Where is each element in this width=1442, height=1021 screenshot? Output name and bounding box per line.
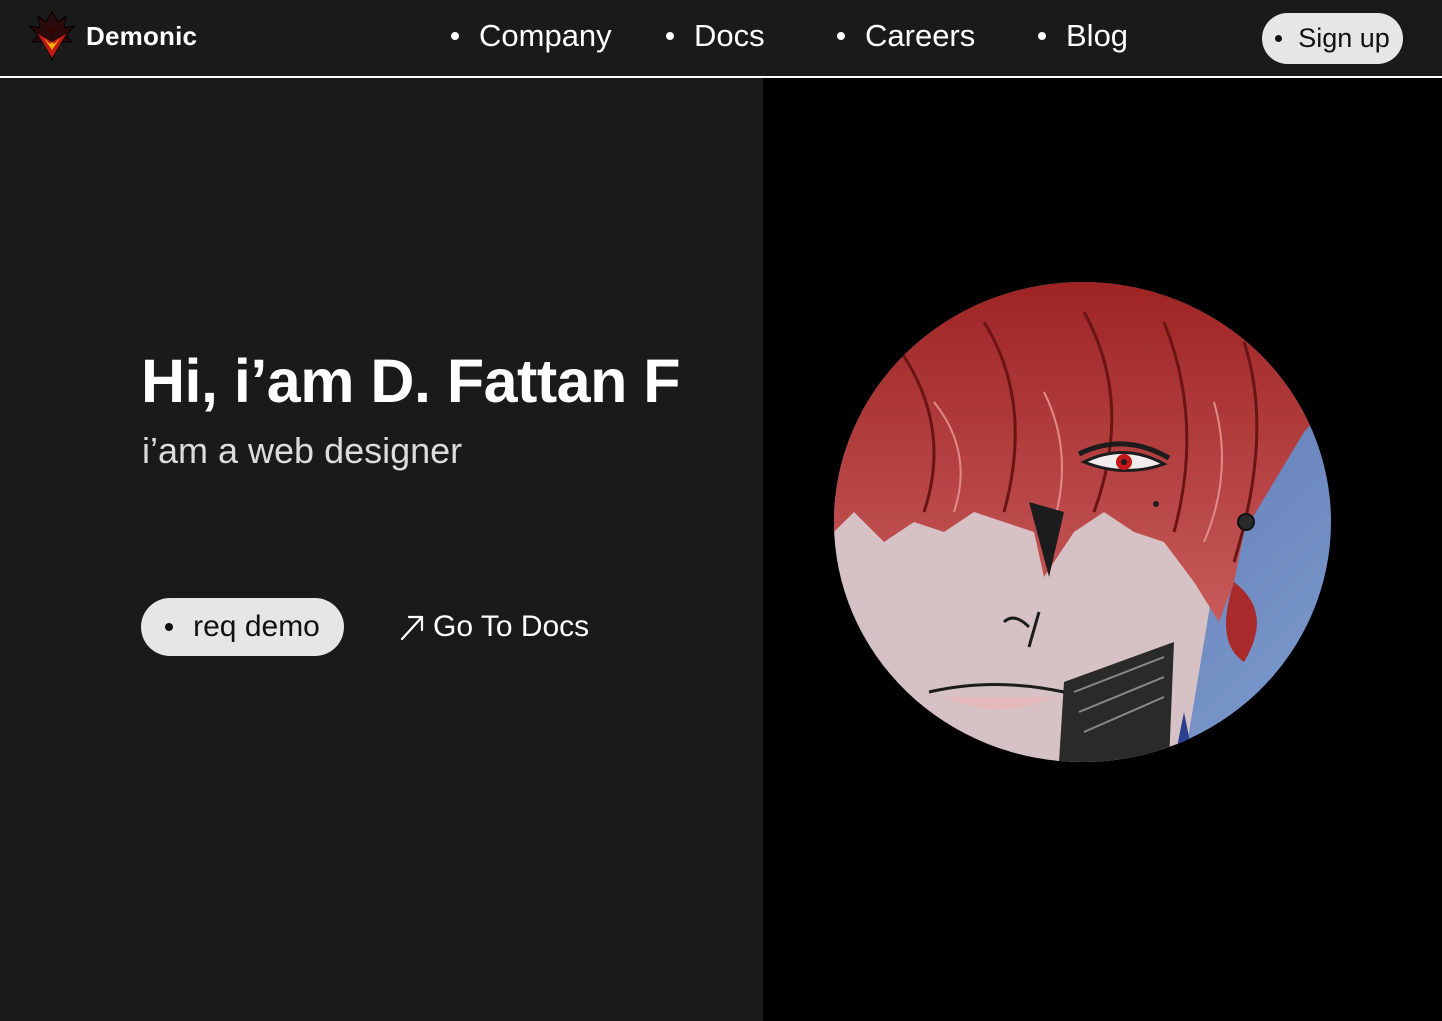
hero-title: Hi, i’am D. Fattan F xyxy=(141,347,681,415)
bullet-dot xyxy=(837,32,845,40)
arrow-up-right-icon xyxy=(400,615,424,641)
brand-name: Demonic xyxy=(86,20,198,51)
hero-image-panel xyxy=(763,78,1442,1021)
brand[interactable]: Demonic xyxy=(24,6,197,66)
request-demo-button[interactable]: req demo xyxy=(141,598,344,656)
hero-subtitle: i’am a web designer xyxy=(142,430,463,471)
top-navbar: Demonic Company Docs Careers Blog Sign u… xyxy=(0,0,1442,78)
nav-item-label: Careers xyxy=(865,18,976,53)
bullet-dot xyxy=(1038,32,1046,40)
hero-text-panel: Hi, i’am D. Fattan F i’am a web designer… xyxy=(0,78,763,1021)
nav-item-careers[interactable]: Careers xyxy=(837,14,975,58)
nav-item-company[interactable]: Company xyxy=(451,14,612,58)
go-to-docs-link[interactable]: Go To Docs xyxy=(399,606,589,648)
bullet-dot xyxy=(666,32,674,40)
bullet-dot xyxy=(451,32,459,40)
nav-item-label: Company xyxy=(479,18,612,53)
bullet-dot xyxy=(165,623,174,631)
go-to-docs-label: Go To Docs xyxy=(433,610,590,643)
nav-item-label: Docs xyxy=(694,18,765,53)
nav-item-docs[interactable]: Docs xyxy=(666,14,765,58)
demon-crest-icon xyxy=(28,11,76,62)
bullet-dot xyxy=(1275,35,1283,42)
signup-button-label: Sign up xyxy=(1298,23,1390,53)
nav-item-label: Blog xyxy=(1066,18,1129,53)
avatar-portrait xyxy=(834,282,1331,762)
signup-button[interactable]: Sign up xyxy=(1262,13,1403,64)
nav-item-blog[interactable]: Blog xyxy=(1038,14,1128,58)
request-demo-label: req demo xyxy=(193,610,320,643)
